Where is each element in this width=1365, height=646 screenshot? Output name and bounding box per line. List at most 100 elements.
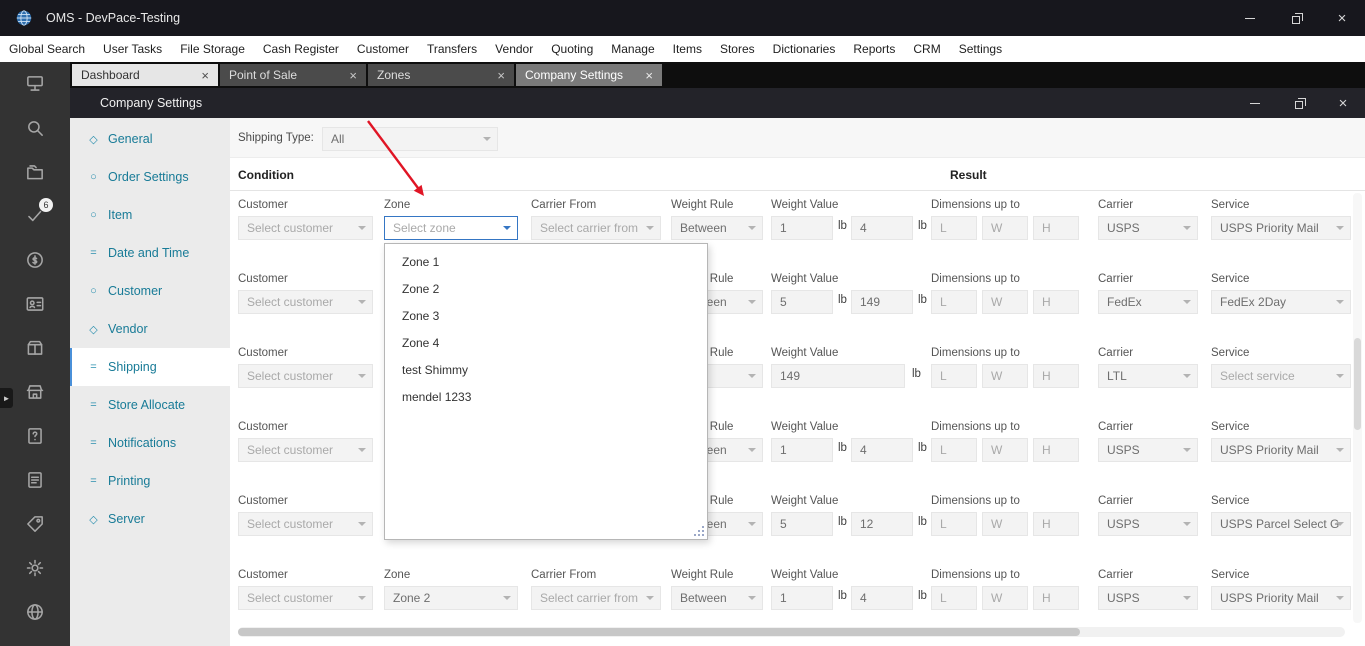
finance-icon[interactable] bbox=[0, 238, 70, 282]
weight-from-input[interactable]: 5 bbox=[771, 512, 833, 536]
zone-option-zone-1[interactable]: Zone 1 bbox=[385, 249, 707, 276]
inner-minimize-button[interactable] bbox=[1233, 88, 1277, 118]
carrier-from-select[interactable]: Select carrier from bbox=[531, 586, 661, 610]
tab-close-icon[interactable]: × bbox=[645, 69, 653, 82]
service-select[interactable]: USPS Priority Mail bbox=[1211, 216, 1351, 240]
pos-terminal-icon[interactable] bbox=[0, 62, 70, 106]
customer-select[interactable]: Select customer bbox=[238, 438, 373, 462]
menu-quoting[interactable]: Quoting bbox=[542, 36, 602, 62]
tab-point-of-sale[interactable]: Point of Sale × bbox=[220, 64, 366, 86]
globe-icon[interactable] bbox=[0, 590, 70, 634]
close-button[interactable]: × bbox=[1319, 0, 1365, 36]
dimension-l-input[interactable]: L bbox=[931, 512, 977, 536]
dimension-h-input[interactable]: H bbox=[1033, 512, 1079, 536]
panel-expand-handle[interactable]: ► bbox=[0, 388, 13, 408]
zone-option-zone-4[interactable]: Zone 4 bbox=[385, 330, 707, 357]
gear-icon[interactable] bbox=[0, 546, 70, 590]
nav-item-order-settings[interactable]: ○ Order Settings bbox=[70, 158, 230, 196]
dimension-w-input[interactable]: W bbox=[982, 290, 1028, 314]
dimension-l-input[interactable]: L bbox=[931, 364, 977, 388]
nav-item-server[interactable]: ◇ Server bbox=[70, 500, 230, 538]
dimension-w-input[interactable]: W bbox=[982, 364, 1028, 388]
menu-global-search[interactable]: Global Search bbox=[0, 36, 94, 62]
weight-to-input[interactable]: 4 bbox=[851, 586, 913, 610]
weight-to-input[interactable]: 4 bbox=[851, 438, 913, 462]
service-select[interactable]: FedEx 2Day bbox=[1211, 290, 1351, 314]
zone-option-test-shimmy[interactable]: test Shimmy bbox=[385, 357, 707, 384]
vertical-scrollbar-thumb[interactable] bbox=[1354, 338, 1361, 430]
menu-user-tasks[interactable]: User Tasks bbox=[94, 36, 171, 62]
search-icon[interactable] bbox=[0, 106, 70, 150]
inner-restore-button[interactable] bbox=[1277, 88, 1321, 118]
nav-item-general[interactable]: ◇ General bbox=[70, 120, 230, 158]
customer-select[interactable]: Select customer bbox=[238, 364, 373, 388]
dimension-w-input[interactable]: W bbox=[982, 586, 1028, 610]
folders-icon[interactable] bbox=[0, 150, 70, 194]
tab-close-icon[interactable]: × bbox=[201, 69, 209, 82]
tab-company-settings[interactable]: Company Settings × bbox=[516, 64, 662, 86]
menu-file-storage[interactable]: File Storage bbox=[171, 36, 254, 62]
weight-to-input[interactable]: 4 bbox=[851, 216, 913, 240]
nav-item-notifications[interactable]: = Notifications bbox=[70, 424, 230, 462]
horizontal-scrollbar[interactable] bbox=[238, 627, 1345, 637]
carrier-select[interactable]: USPS bbox=[1098, 438, 1198, 462]
nav-item-store-allocate[interactable]: = Store Allocate bbox=[70, 386, 230, 424]
carrier-select[interactable]: FedEx bbox=[1098, 290, 1198, 314]
minimize-button[interactable] bbox=[1227, 0, 1273, 36]
package-icon[interactable] bbox=[0, 326, 70, 370]
dimension-h-input[interactable]: H bbox=[1033, 586, 1079, 610]
nav-item-customer[interactable]: ○ Customer bbox=[70, 272, 230, 310]
dimension-l-input[interactable]: L bbox=[931, 586, 977, 610]
zone-select[interactable]: Select zone bbox=[384, 216, 518, 240]
dimension-h-input[interactable]: H bbox=[1033, 290, 1079, 314]
weight-to-input[interactable]: 149 bbox=[851, 290, 913, 314]
menu-stores[interactable]: Stores bbox=[711, 36, 764, 62]
dimension-l-input[interactable]: L bbox=[931, 216, 977, 240]
clipboard-icon[interactable] bbox=[0, 458, 70, 502]
help-clipboard-icon[interactable] bbox=[0, 414, 70, 458]
nav-item-shipping[interactable]: = Shipping bbox=[70, 348, 230, 386]
carrier-select[interactable]: USPS bbox=[1098, 512, 1198, 536]
customer-select[interactable]: Select customer bbox=[238, 216, 373, 240]
contact-card-icon[interactable] bbox=[0, 282, 70, 326]
dimension-h-input[interactable]: H bbox=[1033, 216, 1079, 240]
tab-close-icon[interactable]: × bbox=[497, 69, 505, 82]
dimension-w-input[interactable]: W bbox=[982, 512, 1028, 536]
carrier-select[interactable]: USPS bbox=[1098, 216, 1198, 240]
tab-zones[interactable]: Zones × bbox=[368, 64, 514, 86]
dimension-l-input[interactable]: L bbox=[931, 438, 977, 462]
horizontal-scrollbar-thumb[interactable] bbox=[238, 628, 1080, 636]
service-select[interactable]: Select service bbox=[1211, 364, 1351, 388]
inner-close-button[interactable]: × bbox=[1321, 88, 1365, 118]
dimension-h-input[interactable]: H bbox=[1033, 364, 1079, 388]
carrier-from-select[interactable]: Select carrier from bbox=[531, 216, 661, 240]
zone-select[interactable]: Zone 2 bbox=[384, 586, 518, 610]
service-select[interactable]: USPS Priority Mail bbox=[1211, 586, 1351, 610]
customer-select[interactable]: Select customer bbox=[238, 512, 373, 536]
menu-customer[interactable]: Customer bbox=[348, 36, 418, 62]
weight-from-input[interactable]: 1 bbox=[771, 586, 833, 610]
nav-item-item[interactable]: ○ Item bbox=[70, 196, 230, 234]
weight-rule-select[interactable]: Between bbox=[671, 586, 763, 610]
tag-icon[interactable] bbox=[0, 502, 70, 546]
menu-settings[interactable]: Settings bbox=[950, 36, 1011, 62]
menu-reports[interactable]: Reports bbox=[844, 36, 904, 62]
carrier-select[interactable]: LTL bbox=[1098, 364, 1198, 388]
customer-select[interactable]: Select customer bbox=[238, 586, 373, 610]
service-select[interactable]: USPS Parcel Select G bbox=[1211, 512, 1351, 536]
weight-rule-select[interactable]: Between bbox=[671, 216, 763, 240]
menu-cash-register[interactable]: Cash Register bbox=[254, 36, 348, 62]
zone-option-zone-2[interactable]: Zone 2 bbox=[385, 276, 707, 303]
service-select[interactable]: USPS Priority Mail bbox=[1211, 438, 1351, 462]
menu-items[interactable]: Items bbox=[664, 36, 711, 62]
menu-dictionaries[interactable]: Dictionaries bbox=[764, 36, 845, 62]
shipping-type-select[interactable]: All bbox=[322, 127, 498, 151]
weight-from-input[interactable]: 1 bbox=[771, 438, 833, 462]
nav-item-vendor[interactable]: ◇ Vendor bbox=[70, 310, 230, 348]
dimension-l-input[interactable]: L bbox=[931, 290, 977, 314]
nav-item-date-and-time[interactable]: = Date and Time bbox=[70, 234, 230, 272]
tab-dashboard[interactable]: Dashboard × bbox=[72, 64, 218, 86]
menu-transfers[interactable]: Transfers bbox=[418, 36, 486, 62]
menu-crm[interactable]: CRM bbox=[904, 36, 949, 62]
menu-manage[interactable]: Manage bbox=[602, 36, 663, 62]
